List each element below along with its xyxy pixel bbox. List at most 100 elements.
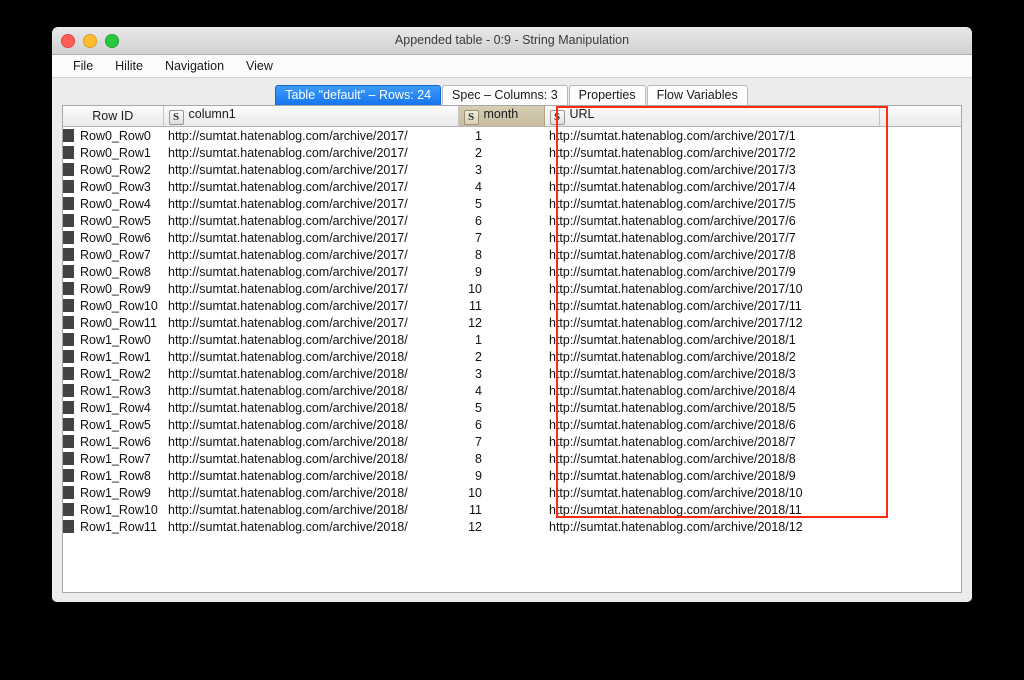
cell-url[interactable]: http://sumtat.hatenablog.com/archive/201… <box>544 433 879 450</box>
tab-flow-variables[interactable]: Flow Variables <box>646 85 748 105</box>
table-row[interactable]: Row0_Row5 http://sumtat.hatenablog.com/ar… <box>63 212 961 229</box>
cell-rowid[interactable]: Row1_Row7 <box>63 450 163 467</box>
cell-url[interactable]: http://sumtat.hatenablog.com/archive/201… <box>544 484 879 501</box>
table-row[interactable]: Row1_Row4 http://sumtat.hatenablog.com/ar… <box>63 399 961 416</box>
cell-column1[interactable]: http://sumtat.hatenablog.com/archive/201… <box>163 518 458 535</box>
cell-month[interactable]: 6 <box>458 416 544 433</box>
table-row[interactable]: Row1_Row2 http://sumtat.hatenablog.com/ar… <box>63 365 961 382</box>
cell-column1[interactable]: http://sumtat.hatenablog.com/archive/201… <box>163 433 458 450</box>
cell-column1[interactable]: http://sumtat.hatenablog.com/archive/201… <box>163 365 458 382</box>
cell-url[interactable]: http://sumtat.hatenablog.com/archive/201… <box>544 246 879 263</box>
cell-month[interactable]: 12 <box>458 314 544 331</box>
table-row[interactable]: Row0_Row3 http://sumtat.hatenablog.com/ar… <box>63 178 961 195</box>
cell-url[interactable]: http://sumtat.hatenablog.com/archive/201… <box>544 280 879 297</box>
cell-rowid[interactable]: Row1_Row11 <box>63 518 163 535</box>
cell-column1[interactable]: http://sumtat.hatenablog.com/archive/201… <box>163 195 458 212</box>
cell-url[interactable]: http://sumtat.hatenablog.com/archive/201… <box>544 348 879 365</box>
cell-month[interactable]: 9 <box>458 467 544 484</box>
menu-hilite[interactable]: Hilite <box>104 57 154 75</box>
cell-month[interactable]: 3 <box>458 365 544 382</box>
cell-column1[interactable]: http://sumtat.hatenablog.com/archive/201… <box>163 280 458 297</box>
cell-rowid[interactable]: Row0_Row11 <box>63 314 163 331</box>
cell-column1[interactable]: http://sumtat.hatenablog.com/archive/201… <box>163 161 458 178</box>
cell-url[interactable]: http://sumtat.hatenablog.com/archive/201… <box>544 229 879 246</box>
cell-rowid[interactable]: Row1_Row9 <box>63 484 163 501</box>
cell-month[interactable]: 8 <box>458 450 544 467</box>
cell-rowid[interactable]: Row0_Row3 <box>63 178 163 195</box>
cell-rowid[interactable]: Row0_Row10 <box>63 297 163 314</box>
cell-url[interactable]: http://sumtat.hatenablog.com/archive/201… <box>544 314 879 331</box>
cell-rowid[interactable]: Row0_Row9 <box>63 280 163 297</box>
cell-rowid[interactable]: Row0_Row6 <box>63 229 163 246</box>
table-row[interactable]: Row1_Row5 http://sumtat.hatenablog.com/ar… <box>63 416 961 433</box>
table-row[interactable]: Row0_Row8 http://sumtat.hatenablog.com/ar… <box>63 263 961 280</box>
cell-rowid[interactable]: Row0_Row2 <box>63 161 163 178</box>
cell-month[interactable]: 2 <box>458 144 544 161</box>
cell-month[interactable]: 10 <box>458 280 544 297</box>
column-header-column1[interactable]: Scolumn1 <box>163 106 459 127</box>
cell-rowid[interactable]: Row1_Row5 <box>63 416 163 433</box>
column-header-month[interactable]: Smonth <box>458 106 545 127</box>
cell-column1[interactable]: http://sumtat.hatenablog.com/archive/201… <box>163 297 458 314</box>
cell-url[interactable]: http://sumtat.hatenablog.com/archive/201… <box>544 161 879 178</box>
cell-url[interactable]: http://sumtat.hatenablog.com/archive/201… <box>544 297 879 314</box>
cell-column1[interactable]: http://sumtat.hatenablog.com/archive/201… <box>163 178 458 195</box>
cell-url[interactable]: http://sumtat.hatenablog.com/archive/201… <box>544 178 879 195</box>
cell-url[interactable]: http://sumtat.hatenablog.com/archive/201… <box>544 467 879 484</box>
column-header-rowid[interactable]: Row ID <box>63 106 164 127</box>
close-button[interactable] <box>61 34 75 48</box>
cell-column1[interactable]: http://sumtat.hatenablog.com/archive/201… <box>163 416 458 433</box>
cell-rowid[interactable]: Row0_Row5 <box>63 212 163 229</box>
table-row[interactable]: Row0_Row6 http://sumtat.hatenablog.com/ar… <box>63 229 961 246</box>
table-row[interactable]: Row0_Row1 http://sumtat.hatenablog.com/ar… <box>63 144 961 161</box>
cell-column1[interactable]: http://sumtat.hatenablog.com/archive/201… <box>163 212 458 229</box>
table-row[interactable]: Row1_Row9 http://sumtat.hatenablog.com/ar… <box>63 484 961 501</box>
menu-file[interactable]: File <box>62 57 104 75</box>
cell-column1[interactable]: http://sumtat.hatenablog.com/archive/201… <box>163 127 458 145</box>
table-row[interactable]: Row1_Row0 http://sumtat.hatenablog.com/ar… <box>63 331 961 348</box>
cell-month[interactable]: 5 <box>458 399 544 416</box>
cell-rowid[interactable]: Row1_Row3 <box>63 382 163 399</box>
table-row[interactable]: Row1_Row11 http://sumtat.hatenablog.com/a… <box>63 518 961 535</box>
table-row[interactable]: Row0_Row11 http://sumtat.hatenablog.com/a… <box>63 314 961 331</box>
cell-url[interactable]: http://sumtat.hatenablog.com/archive/201… <box>544 195 879 212</box>
cell-rowid[interactable]: Row1_Row0 <box>63 331 163 348</box>
cell-month[interactable]: 7 <box>458 229 544 246</box>
table-row[interactable]: Row1_Row8 http://sumtat.hatenablog.com/ar… <box>63 467 961 484</box>
menu-view[interactable]: View <box>235 57 284 75</box>
cell-rowid[interactable]: Row0_Row0 <box>63 127 163 145</box>
cell-column1[interactable]: http://sumtat.hatenablog.com/archive/201… <box>163 399 458 416</box>
cell-column1[interactable]: http://sumtat.hatenablog.com/archive/201… <box>163 501 458 518</box>
cell-column1[interactable]: http://sumtat.hatenablog.com/archive/201… <box>163 246 458 263</box>
cell-url[interactable]: http://sumtat.hatenablog.com/archive/201… <box>544 399 879 416</box>
cell-url[interactable]: http://sumtat.hatenablog.com/archive/201… <box>544 382 879 399</box>
cell-column1[interactable]: http://sumtat.hatenablog.com/archive/201… <box>163 331 458 348</box>
zoom-button[interactable] <box>105 34 119 48</box>
cell-column1[interactable]: http://sumtat.hatenablog.com/archive/201… <box>163 450 458 467</box>
cell-month[interactable]: 5 <box>458 195 544 212</box>
cell-column1[interactable]: http://sumtat.hatenablog.com/archive/201… <box>163 467 458 484</box>
tab-properties[interactable]: Properties <box>568 85 646 105</box>
cell-url[interactable]: http://sumtat.hatenablog.com/archive/201… <box>544 127 879 145</box>
table-row[interactable]: Row0_Row7 http://sumtat.hatenablog.com/ar… <box>63 246 961 263</box>
cell-month[interactable]: 1 <box>458 127 544 145</box>
cell-month[interactable]: 10 <box>458 484 544 501</box>
cell-rowid[interactable]: Row1_Row2 <box>63 365 163 382</box>
cell-month[interactable]: 2 <box>458 348 544 365</box>
data-table-panel[interactable]: Row ID Scolumn1 Smonth S URL Row0_Row0 h… <box>62 105 962 593</box>
cell-column1[interactable]: http://sumtat.hatenablog.com/archive/201… <box>163 144 458 161</box>
cell-url[interactable]: http://sumtat.hatenablog.com/archive/201… <box>544 263 879 280</box>
tab-table[interactable]: Table "default" – Rows: 24 <box>275 85 442 105</box>
cell-rowid[interactable]: Row0_Row4 <box>63 195 163 212</box>
cell-url[interactable]: http://sumtat.hatenablog.com/archive/201… <box>544 365 879 382</box>
cell-column1[interactable]: http://sumtat.hatenablog.com/archive/201… <box>163 348 458 365</box>
table-row[interactable]: Row1_Row3 http://sumtat.hatenablog.com/ar… <box>63 382 961 399</box>
cell-url[interactable]: http://sumtat.hatenablog.com/archive/201… <box>544 450 879 467</box>
cell-column1[interactable]: http://sumtat.hatenablog.com/archive/201… <box>163 484 458 501</box>
cell-month[interactable]: 6 <box>458 212 544 229</box>
cell-rowid[interactable]: Row1_Row1 <box>63 348 163 365</box>
cell-url[interactable]: http://sumtat.hatenablog.com/archive/201… <box>544 144 879 161</box>
cell-month[interactable]: 11 <box>458 297 544 314</box>
cell-url[interactable]: http://sumtat.hatenablog.com/archive/201… <box>544 518 879 535</box>
cell-url[interactable]: http://sumtat.hatenablog.com/archive/201… <box>544 416 879 433</box>
